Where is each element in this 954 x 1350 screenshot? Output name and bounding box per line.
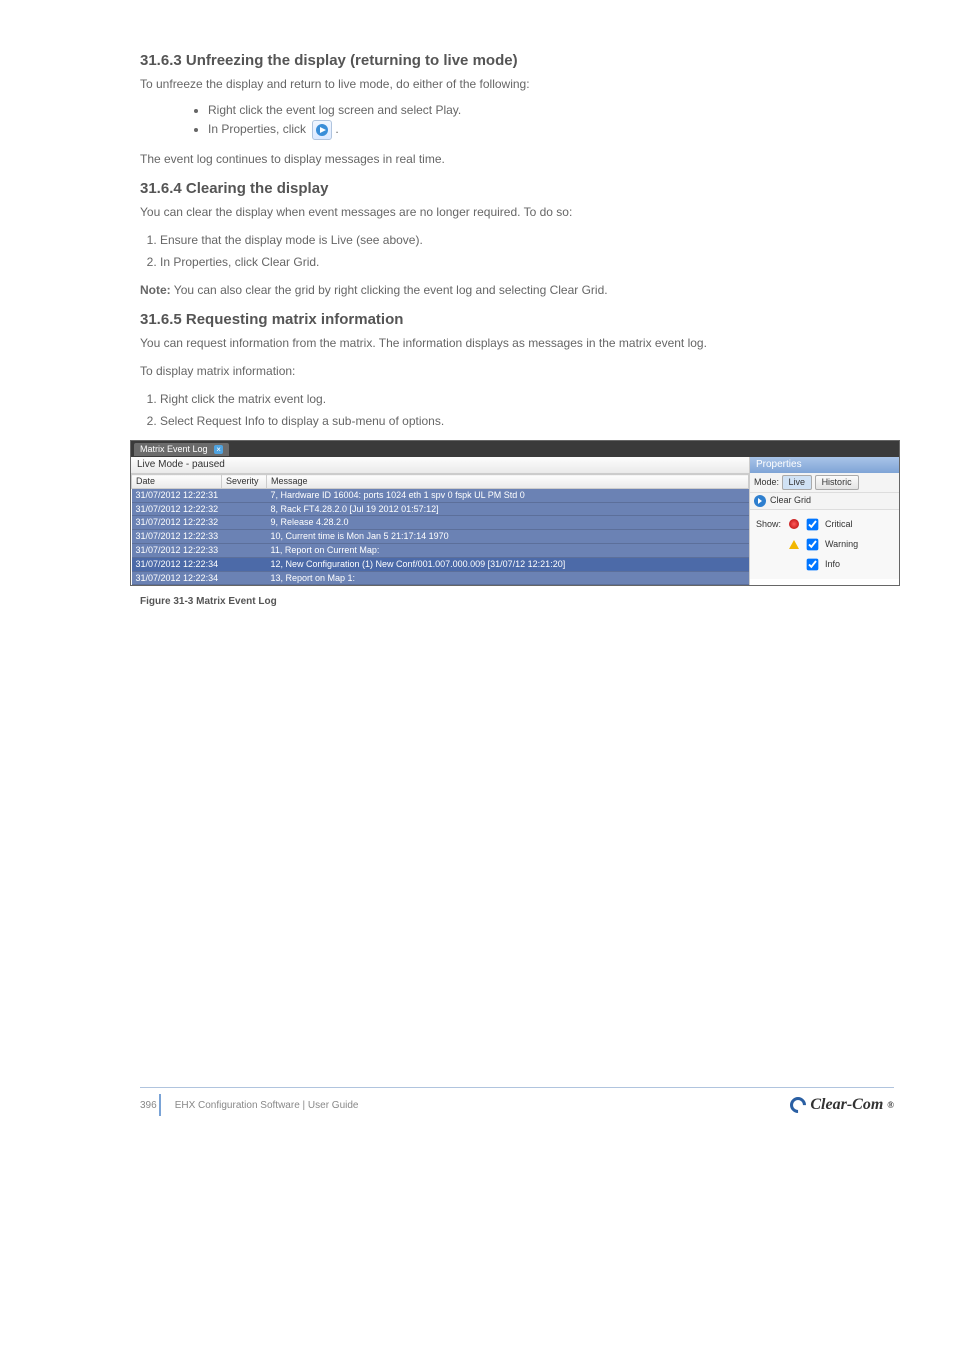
bullet-item: Right click the event log screen and sel… — [208, 103, 894, 117]
event-log-screenshot: Matrix Event Log × Live Mode - paused Da… — [130, 440, 900, 586]
tab-matrix-event-log[interactable]: Matrix Event Log × — [134, 443, 229, 456]
section-title-unfreeze: 31.6.3 Unfreezing the display (returning… — [140, 52, 894, 69]
show-label: Show: — [756, 517, 786, 531]
brand-name: Clear-Com — [810, 1096, 883, 1114]
table-row[interactable]: 31/07/2012 12:22:317, Hardware ID 16004:… — [132, 488, 749, 502]
mode-buttons: Mode: Live Historic — [750, 473, 899, 493]
warning-checkbox[interactable] — [807, 538, 819, 550]
clear-grid-button[interactable]: Clear Grid — [770, 495, 895, 506]
mode-label: Mode: — [754, 477, 779, 487]
body-text: To unfreeze the display and return to li… — [140, 75, 894, 93]
col-date[interactable]: Date — [132, 475, 222, 489]
critical-icon — [789, 519, 799, 529]
info-checkbox[interactable] — [807, 558, 819, 570]
registered-mark: ® — [887, 1100, 894, 1110]
col-message[interactable]: Message — [267, 475, 749, 489]
body-text: Note: You can also clear the grid by rig… — [140, 281, 894, 299]
warning-icon — [789, 540, 799, 549]
step-item: In Properties, click Clear Grid. — [160, 253, 894, 271]
brand-logo: Clear-Com ® — [790, 1096, 894, 1114]
ordered-list: Ensure that the display mode is Live (se… — [160, 231, 894, 271]
show-filters: Show: Critical Warning — [750, 510, 899, 579]
table-row[interactable]: 31/07/2012 12:22:3310, Current time is M… — [132, 530, 749, 544]
bullet-item: In Properties, click . — [208, 120, 894, 140]
tab-label: Matrix Event Log — [140, 444, 208, 454]
play-icon — [312, 120, 332, 140]
table-row[interactable]: 31/07/2012 12:22:3413, Report on Map 1: — [132, 571, 749, 585]
step-item: Select Request Info to display a sub-men… — [160, 412, 894, 430]
section-title-clear: 31.6.4 Clearing the display — [140, 180, 894, 197]
bullet-list: Right click the event log screen and sel… — [168, 103, 894, 140]
critical-checkbox[interactable] — [807, 518, 819, 530]
body-text: To display matrix information: — [140, 362, 894, 380]
critical-label: Critical — [825, 517, 853, 531]
footer-divider — [159, 1094, 161, 1116]
table-row[interactable]: 31/07/2012 12:22:328, Rack FT4.28.2.0 [J… — [132, 502, 749, 516]
col-severity[interactable]: Severity — [222, 475, 267, 489]
mode-live-button[interactable]: Live — [782, 475, 813, 490]
warning-label: Warning — [825, 537, 858, 551]
properties-header: Properties — [750, 457, 899, 473]
table-row[interactable]: 31/07/2012 12:22:3311, Report on Current… — [132, 543, 749, 557]
body-text: The event log continues to display messa… — [140, 150, 894, 168]
mode-status: Live Mode - paused — [131, 457, 749, 474]
page-number: 396 — [140, 1100, 157, 1111]
step-item: Ensure that the display mode is Live (se… — [160, 231, 894, 249]
mode-historic-button[interactable]: Historic — [815, 475, 859, 490]
event-table: Date Severity Message 31/07/2012 12:22:3… — [131, 474, 749, 585]
body-text: You can clear the display when event mes… — [140, 203, 894, 221]
page-footer: 396 EHX Configuration Software | User Gu… — [140, 1087, 894, 1116]
figure-caption: Figure 31-3 Matrix Event Log — [140, 596, 894, 607]
step-item: Right click the matrix event log. — [160, 390, 894, 408]
properties-panel: Properties Mode: Live Historic Clear Gri… — [749, 457, 899, 585]
play-icon[interactable] — [754, 495, 766, 507]
section-title-request: 31.6.5 Requesting matrix information — [140, 311, 894, 328]
info-label: Info — [825, 557, 840, 571]
logo-ring-icon — [787, 1094, 810, 1117]
table-row[interactable]: 31/07/2012 12:22:3412, New Configuration… — [132, 557, 749, 571]
ordered-list: Right click the matrix event log. Select… — [160, 390, 894, 430]
body-text: You can request information from the mat… — [140, 334, 894, 352]
close-icon[interactable]: × — [214, 445, 223, 454]
doc-title: EHX Configuration Software | User Guide — [175, 1100, 359, 1111]
table-row[interactable]: 31/07/2012 12:22:329, Release 4.28.2.0 — [132, 516, 749, 530]
tab-bar: Matrix Event Log × — [131, 441, 899, 457]
